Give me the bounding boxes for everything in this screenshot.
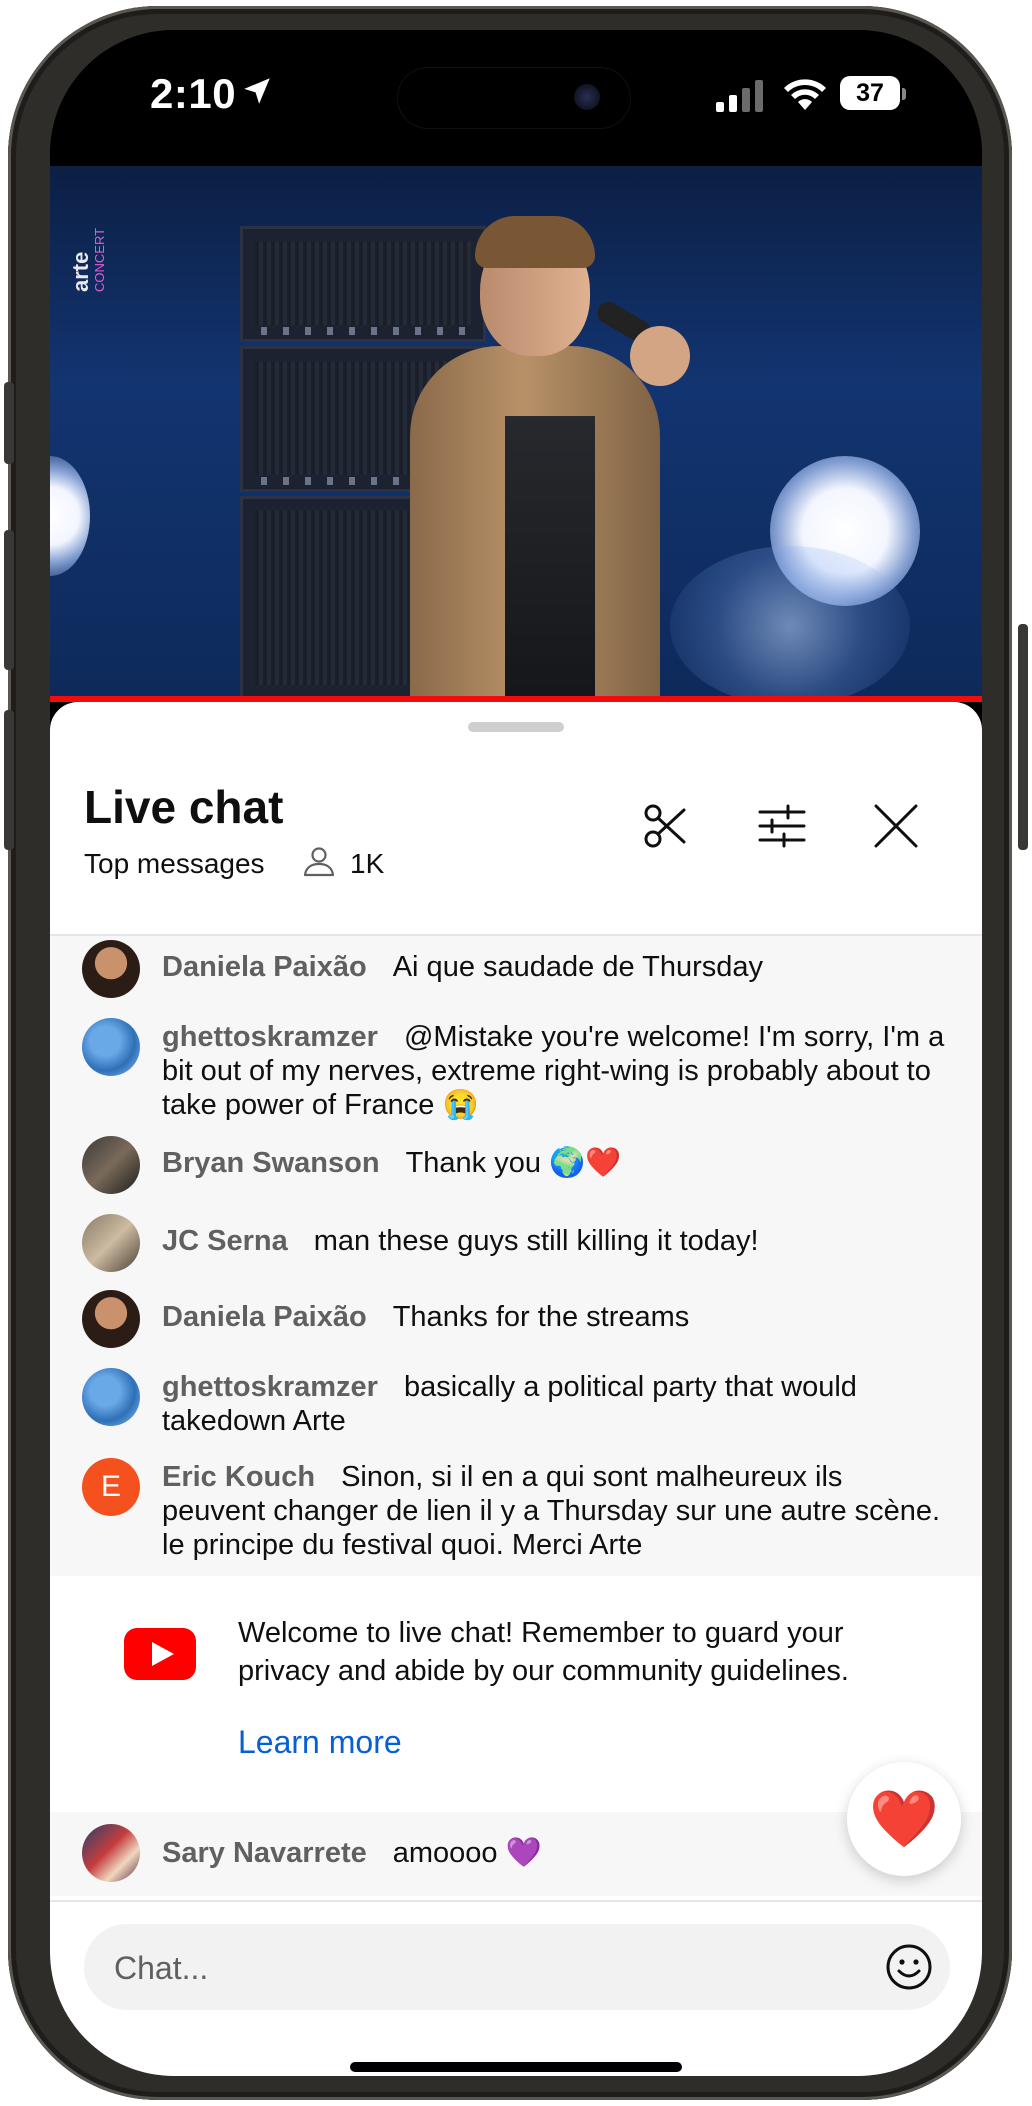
drag-handle[interactable] — [468, 722, 564, 732]
location-arrow-icon — [244, 78, 270, 104]
phone-screen: 2:10 37 arte CONCERT Live chat Top messa… — [50, 30, 982, 2076]
avatar[interactable] — [82, 1136, 140, 1194]
video-player[interactable]: arte CONCERT — [50, 166, 982, 702]
svg-text:arte: arte — [70, 252, 93, 292]
chat-mode-selector[interactable]: Top messages — [84, 848, 265, 880]
welcome-banner: Welcome to live chat! Remember to guard … — [50, 1576, 982, 1812]
person-icon — [303, 847, 335, 877]
filter-sliders-icon[interactable] — [754, 798, 810, 854]
amplifier-top — [240, 226, 486, 342]
avatar[interactable] — [82, 1018, 140, 1076]
action-button — [4, 382, 14, 464]
status-bar: 2:10 37 — [50, 30, 982, 166]
message-author[interactable]: Daniela Paixão — [162, 951, 367, 983]
message-author[interactable]: Bryan Swanson — [162, 1147, 380, 1179]
panel-title: Live chat — [84, 781, 284, 833]
status-time: 2:10 — [150, 70, 237, 117]
power-button — [1018, 624, 1028, 850]
learn-more-link[interactable]: Learn more — [238, 1724, 402, 1761]
battery-level: 37 — [840, 76, 900, 110]
arte-concert-logo: arte CONCERT — [70, 228, 107, 292]
emoji-smiley-icon[interactable] — [884, 1942, 934, 1992]
avatar[interactable]: E — [82, 1458, 140, 1516]
heart-icon: ❤️ — [869, 1787, 939, 1850]
svg-text:CONCERT: CONCERT — [92, 228, 107, 292]
volume-down-button — [4, 710, 14, 850]
stage-smoke — [670, 546, 910, 702]
message-author[interactable]: JC Serna — [162, 1225, 288, 1257]
battery-icon: 37 — [840, 76, 906, 112]
avatar[interactable] — [82, 1214, 140, 1272]
message-text: man these guys still killing it today! — [313, 1225, 759, 1257]
welcome-text: Welcome to live chat! Remember to guard … — [238, 1617, 849, 1687]
youtube-logo-icon — [124, 1628, 196, 1680]
avatar[interactable] — [82, 1290, 140, 1348]
message-text: amoooo 💜 — [392, 1837, 542, 1869]
input-divider — [50, 1900, 982, 1902]
message-author[interactable]: Sary Navarrete — [162, 1837, 367, 1869]
avatar[interactable] — [82, 940, 140, 998]
home-indicator[interactable] — [350, 2062, 682, 2072]
live-chat-panel: Live chat Top messages 1K Daniela Paixão… — [50, 702, 982, 2076]
message-text: Ai que saudade de Thursday — [392, 951, 764, 983]
dynamic-island — [398, 68, 630, 128]
chat-message-list[interactable]: Daniela Paixão Ai que saudade de Thursday… — [50, 936, 982, 1576]
stage-light-left — [50, 456, 90, 576]
close-icon[interactable] — [868, 798, 924, 854]
chat-message[interactable]: Sary Navarrete amoooo 💜 — [50, 1812, 982, 1896]
message-text: Thank you 🌍❤️ — [405, 1147, 622, 1179]
message-author[interactable]: Eric Kouch — [162, 1461, 315, 1493]
cellular-signal-icon — [716, 80, 763, 112]
heart-reaction-button[interactable]: ❤️ — [847, 1762, 961, 1876]
clip-scissors-icon[interactable] — [638, 798, 694, 854]
avatar[interactable] — [82, 1368, 140, 1426]
viewer-count: 1K — [350, 848, 385, 879]
message-author[interactable]: ghettoskramzer — [162, 1021, 378, 1053]
volume-up-button — [4, 530, 14, 670]
chat-input-container — [84, 1924, 950, 2012]
avatar[interactable] — [82, 1824, 140, 1882]
chat-input[interactable] — [112, 1924, 856, 2012]
wifi-icon — [784, 79, 826, 110]
message-author[interactable]: ghettoskramzer — [162, 1371, 378, 1403]
message-author[interactable]: Daniela Paixão — [162, 1301, 367, 1333]
message-text: Thanks for the streams — [392, 1301, 690, 1333]
